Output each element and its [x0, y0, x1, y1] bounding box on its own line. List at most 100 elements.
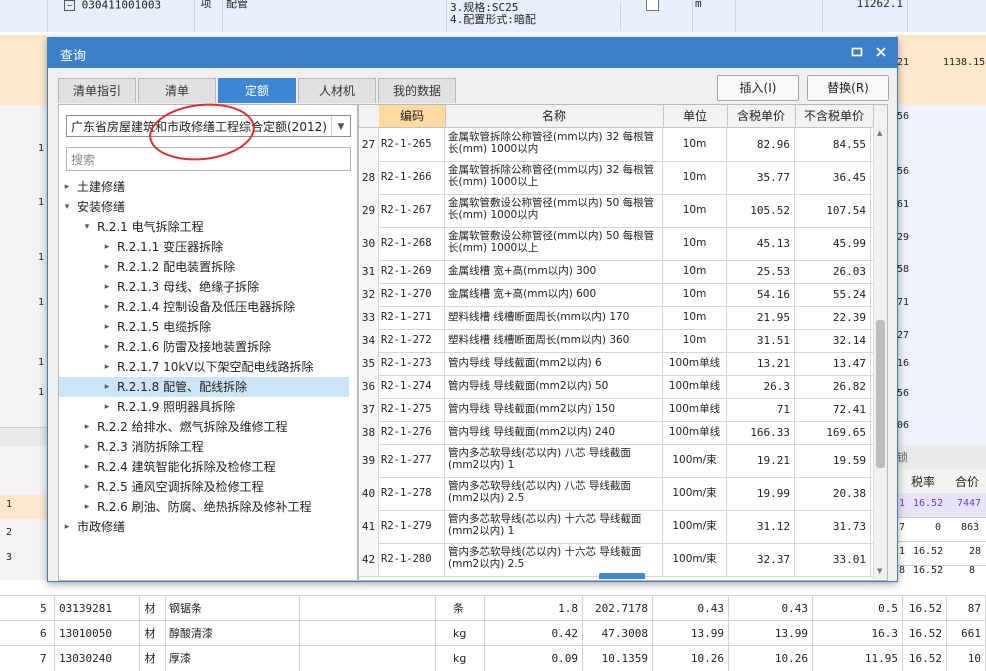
expand-icon[interactable]: ▸ — [101, 357, 113, 377]
material-type: 材 — [135, 621, 166, 646]
material-name: 醇酸清漆 — [165, 621, 300, 646]
tree-node[interactable]: ▸ R.2.1.4 控制设备及低压电器拆除 — [59, 297, 349, 317]
expand-icon[interactable]: ▸ — [101, 277, 113, 297]
quota-unit: 100m单线 — [663, 352, 727, 375]
dialog-title-bar[interactable]: 查询 — [48, 38, 897, 68]
tree-node[interactable]: ▸ R.2.5 通风空调拆除及检修工程 — [59, 477, 349, 497]
expand-icon[interactable]: ▸ — [101, 237, 113, 257]
table-row[interactable]: 42 R2-1-280 管内多芯软导线(芯以内) 十六芯 导线截面(mm2以内) 2… — [359, 543, 887, 577]
table-row[interactable]: 30 R2-1-268 金属软管敷设公称管径(mm以内) 50 每根管长(mm) 1… — [359, 227, 887, 261]
table-row[interactable]: 32 R2-1-270 金属线槽 宽+高(mm以内) 600 10m 54.16 55.2… — [359, 283, 887, 307]
close-icon[interactable] — [873, 44, 889, 60]
tree-node[interactable]: ▸ 土建修缮 — [59, 177, 349, 197]
splitter-handle[interactable] — [599, 573, 645, 579]
table-row[interactable]: 7 13030240 材 厚漆 kg 0.09 10.1359 10.26 10… — [0, 645, 986, 671]
quota-code: R2-1-279 — [379, 510, 445, 543]
bg-code-cell[interactable]: − 030411001003 — [60, 0, 195, 32]
vertical-scrollbar[interactable]: ▲ ▼ — [873, 127, 887, 579]
chevron-down-icon[interactable]: ▼ — [331, 116, 350, 136]
table-row[interactable]: 5 03139281 材 钢锯条 条 1.8 202.7178 0.43 0.4… — [0, 595, 986, 621]
expand-icon[interactable]: ▸ — [81, 417, 93, 437]
scroll-up-icon[interactable]: ▲ — [877, 129, 882, 137]
tree-node-label: R.2.1.5 电缆拆除 — [117, 320, 212, 334]
maximize-icon[interactable] — [849, 44, 865, 60]
tree-node[interactable]: ▸ R.2.1.5 电缆拆除 — [59, 317, 349, 337]
bg-type: 项 — [190, 0, 223, 32]
expand-icon[interactable]: ▸ — [101, 377, 113, 397]
column-header-tax-price[interactable]: 含税单价 — [727, 105, 796, 127]
tab-labor-material[interactable]: 人材机 — [298, 78, 376, 103]
tree-node[interactable]: ▸ R.2.1.2 配电装置拆除 — [59, 257, 349, 277]
tree-node-label: R.2.1.1 变压器拆除 — [117, 240, 224, 254]
bg-right-val: 56 — [897, 166, 910, 177]
scrollbar-thumb[interactable] — [876, 320, 885, 468]
tree-node-label: R.2.5 通风空调拆除及检修工程 — [97, 480, 264, 494]
tree-node[interactable]: ▸ R.2.1.7 10kV以下架空配电线路拆除 — [59, 357, 349, 377]
table-row[interactable]: 29 R2-1-267 金属软管敷设公称管径(mm以内) 50 每根管长(mm) 1… — [359, 194, 887, 228]
table-row[interactable]: 38 R2-1-276 管内导线 导线截面(mm2以内) 240 100m单线 166.… — [359, 421, 887, 445]
replace-button[interactable]: 替换(R) — [807, 75, 889, 101]
tab-my-data[interactable]: 我的数据 — [378, 78, 456, 103]
table-row[interactable]: 37 R2-1-275 管内导线 导线截面(mm2以内) 150 100m单线 71 72… — [359, 398, 887, 422]
collapse-icon[interactable]: − — [64, 0, 75, 11]
collapse-icon[interactable]: ▾ — [61, 197, 73, 217]
column-header-unit[interactable]: 单位 — [663, 105, 728, 127]
tree-node[interactable]: ▾ 安装修缮 — [59, 197, 349, 217]
expand-icon[interactable]: ▸ — [101, 257, 113, 277]
row-number: 42 — [359, 543, 379, 576]
row-number: 37 — [359, 398, 379, 421]
table-row[interactable]: 39 R2-1-277 管内多芯软导线(芯以内) 八芯 导线截面(mm2以内) 11… — [359, 444, 887, 478]
expand-icon[interactable]: ▸ — [101, 397, 113, 417]
material-unit: kg — [435, 646, 485, 671]
tree-node[interactable]: ▸ R.2.1.3 母线、绝缘子拆除 — [59, 277, 349, 297]
collapse-icon[interactable]: ▾ — [81, 217, 93, 237]
tab-list[interactable]: 清单 — [138, 78, 216, 103]
material-amount: 202.7178 — [583, 596, 653, 621]
tree-node[interactable]: ▸ R.2.6 刷油、防腐、绝热拆除及修补工程 — [59, 497, 349, 517]
tree-node[interactable]: ▸ R.2.2 给排水、燃气拆除及维修工程 — [59, 417, 349, 437]
expand-icon[interactable]: ▸ — [101, 297, 113, 317]
tree-node[interactable]: ▸ 市政修缮 — [59, 517, 349, 537]
material-total: 661 — [947, 621, 986, 646]
table-row[interactable]: 34 R2-1-272 塑料线槽 线槽断面周长(mm以内) 360 10m 31.51 3… — [359, 329, 887, 353]
tab-guide[interactable]: 清单指引 — [58, 78, 136, 103]
tree-node[interactable]: ▸ R.2.4 建筑智能化拆除及检修工程 — [59, 457, 349, 477]
table-row[interactable]: 6 13010050 材 醇酸清漆 kg 0.42 47.3008 13.99 … — [0, 620, 986, 646]
expand-icon[interactable]: ▸ — [81, 497, 93, 517]
table-row[interactable]: 40 R2-1-278 管内多芯软导线(芯以内) 八芯 导线截面(mm2以内) 2.… — [359, 477, 887, 511]
table-row[interactable]: 33 R2-1-271 塑料线槽 线槽断面周长(mm以内) 170 10m 21.95 2… — [359, 306, 887, 330]
tree-node[interactable]: ▸ R.2.1.9 照明器具拆除 — [59, 397, 349, 417]
material-price: 0.43 — [729, 596, 813, 621]
expand-icon[interactable]: ▸ — [81, 477, 93, 497]
quota-unit: 100m/束 — [663, 510, 727, 543]
expand-icon[interactable]: ▸ — [61, 177, 73, 197]
insert-button[interactable]: 插入(I) — [717, 75, 799, 101]
table-row[interactable]: 27 R2-1-265 金属软管拆除公称管径(mm以内) 32 每根管长(mm) 1… — [359, 128, 887, 162]
expand-icon[interactable]: ▸ — [81, 437, 93, 457]
expand-icon[interactable]: ▸ — [101, 317, 113, 337]
column-header-notax-price[interactable]: 不含税单价 — [795, 105, 874, 127]
tree-node[interactable]: ▸ R.2.1.6 防雷及接地装置拆除 — [59, 337, 349, 357]
tax-price: 82.96 — [727, 128, 795, 161]
table-row[interactable]: 31 R2-1-269 金属线槽 宽+高(mm以内) 300 10m 25.53 26.0… — [359, 260, 887, 284]
bg-checkbox-cell[interactable] — [612, 0, 693, 32]
tree-node[interactable]: ▸ R.2.1.1 变压器拆除 — [59, 237, 349, 257]
checkbox[interactable] — [645, 0, 659, 11]
expand-icon[interactable]: ▸ — [61, 517, 73, 537]
tab-quota[interactable]: 定额 — [218, 78, 296, 103]
material-price: 10.26 — [653, 646, 729, 671]
tree-node-selected[interactable]: ▸ R.2.1.8 配管、配线拆除 — [59, 377, 349, 397]
tree-node[interactable]: ▾ R.2.1 电气拆除工程 — [59, 217, 349, 237]
expand-icon[interactable]: ▸ — [101, 337, 113, 357]
column-header-code[interactable]: 编码 — [379, 105, 446, 127]
table-row[interactable]: 41 R2-1-279 管内多芯软导线(芯以内) 十六芯 导线截面(mm2以内) 1… — [359, 510, 887, 544]
table-row[interactable]: 36 R2-1-274 管内导线 导线截面(mm2以内) 50 100m单线 26.3 2… — [359, 375, 887, 399]
tree-node[interactable]: ▸ R.2.3 消防拆除工程 — [59, 437, 349, 457]
expand-icon[interactable]: ▸ — [81, 457, 93, 477]
table-row[interactable]: 35 R2-1-273 管内导线 导线截面(mm2以内) 6 100m单线 13.21 1… — [359, 352, 887, 376]
table-row[interactable]: 28 R2-1-266 金属软管拆除公称管径(mm以内) 32 每根管长(mm) 1… — [359, 161, 887, 195]
scroll-down-icon[interactable]: ▼ — [877, 567, 882, 575]
column-header-name[interactable]: 名称 — [445, 105, 664, 127]
lock-icon[interactable]: 锁 — [897, 449, 908, 465]
row-number: 34 — [359, 329, 379, 352]
